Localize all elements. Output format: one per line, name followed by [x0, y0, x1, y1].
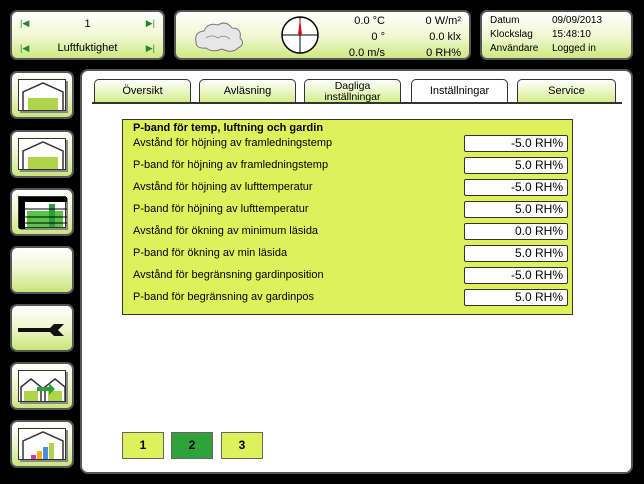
- setting-label: Avstånd för höjning av framledningstemp: [133, 137, 333, 149]
- setting-value-field[interactable]: 5.0 RH%: [464, 201, 568, 218]
- wind-direction: 0 °: [371, 31, 385, 43]
- light-level: 0.0 klx: [429, 31, 461, 43]
- settings-row: Avstånd för höjning av framledningstemp …: [133, 135, 568, 153]
- weather-panel: 0.0 °C 0 W/m² 0 ° 0.0 klx 0.0 m/s 0 RH%: [174, 10, 471, 60]
- setting-value-field[interactable]: 5.0 RH%: [464, 157, 568, 174]
- setting-value-field[interactable]: -5.0 RH%: [464, 179, 568, 196]
- nav-schedule[interactable]: [10, 188, 74, 236]
- user-label: Användare: [490, 43, 539, 54]
- setting-label: P-band för ökning av min läsida: [133, 247, 288, 259]
- setting-value-field[interactable]: 0.0 RH%: [464, 223, 568, 240]
- setting-label: Avstånd för begränsning gardinposition: [133, 269, 324, 281]
- nav-greenhouse-overview[interactable]: [10, 71, 74, 119]
- setting-value-field[interactable]: 5.0 RH%: [464, 245, 568, 262]
- outdoor-temperature: 0.0 °C: [354, 15, 385, 27]
- time-value: 15:48:10: [552, 29, 591, 40]
- settings-row: P-band för ökning av min läsida 5.0 RH%: [133, 245, 568, 263]
- tab-readings[interactable]: Avläsning: [199, 79, 296, 103]
- tab-baseline: [92, 102, 622, 104]
- nav-tools[interactable]: [10, 304, 74, 352]
- outdoor-humidity: 0 RH%: [426, 47, 461, 59]
- greenhouse-icon: [18, 138, 66, 170]
- nav-greenhouse-compare[interactable]: [10, 362, 74, 410]
- tab-daily-settings[interactable]: Dagliga inställningar: [304, 79, 401, 103]
- setting-value-field[interactable]: -5.0 RH%: [464, 267, 568, 284]
- cloud-icon: [195, 22, 244, 52]
- parameter-label: Luftfuktighet: [57, 42, 118, 54]
- user-value: Logged in: [552, 43, 596, 54]
- setting-label: P-band för höjning av lufttemperatur: [133, 203, 309, 215]
- nav-greenhouse-zone[interactable]: [10, 130, 74, 178]
- main-panel: Översikt Avläsning Dagliga inställningar…: [80, 69, 633, 474]
- settings-row: P-band för höjning av lufttemperatur 5.0…: [133, 201, 568, 219]
- setting-label: Avstånd för höjning av lufttemperatur: [133, 181, 313, 193]
- settings-row: Avstånd för begränsning gardinposition -…: [133, 267, 568, 285]
- page-button-1[interactable]: 1: [122, 432, 164, 459]
- time-label: Klockslag: [490, 29, 533, 40]
- settings-row: P-band för begränsning av gardinpos 5.0 …: [133, 289, 568, 307]
- date-label: Datum: [490, 15, 520, 26]
- twin-greenhouse-icon: [18, 370, 66, 402]
- settings-row: P-band för höjning av framledningstemp 5…: [133, 157, 568, 175]
- greenhouse-icon: [18, 79, 66, 111]
- setting-label: P-band för höjning av framledningstemp: [133, 159, 329, 171]
- table-chart-icon: [18, 196, 67, 229]
- setting-label: P-band för begränsning av gardinpos: [133, 291, 315, 303]
- wind-speed: 0.0 m/s: [348, 47, 385, 59]
- tab-settings[interactable]: Inställningar: [411, 79, 508, 103]
- status-panel: Datum 09/09/2013 Klockslag 15:48:10 Anvä…: [480, 10, 633, 60]
- settings-group: P-band för temp, luftning och gardin Avs…: [122, 119, 573, 315]
- zone-selector: |◀ 1 ▶| |◀ Luftfuktighet ▶|: [10, 10, 165, 60]
- solar-radiation: 0 W/m²: [425, 15, 461, 27]
- wind-compass-icon: [281, 16, 319, 54]
- greenhouse-bars-icon: [18, 428, 66, 460]
- page-button-3[interactable]: 3: [221, 432, 263, 459]
- settings-group-title: P-band för temp, luftning och gardin: [133, 122, 324, 134]
- wrench-icon: [18, 324, 64, 336]
- tab-service[interactable]: Service: [517, 79, 616, 103]
- zone-number: 1: [84, 18, 91, 30]
- tab-overview[interactable]: Översikt: [94, 79, 191, 103]
- settings-row: Avstånd för höjning av lufttemperatur -5…: [133, 179, 568, 197]
- setting-label: Avstånd för ökning av minimum läsida: [133, 225, 319, 237]
- next-parameter-icon[interactable]: ▶|: [146, 43, 155, 54]
- setting-value-field[interactable]: -5.0 RH%: [464, 135, 568, 152]
- setting-value-field[interactable]: 5.0 RH%: [464, 289, 568, 306]
- settings-row: Avstånd för ökning av minimum läsida 0.0…: [133, 223, 568, 241]
- nav-statistics[interactable]: [10, 420, 74, 468]
- page-button-2[interactable]: 2: [171, 432, 213, 459]
- date-value: 09/09/2013: [552, 15, 603, 26]
- next-zone-icon[interactable]: ▶|: [146, 18, 155, 29]
- nav-empty-slot[interactable]: [10, 246, 74, 294]
